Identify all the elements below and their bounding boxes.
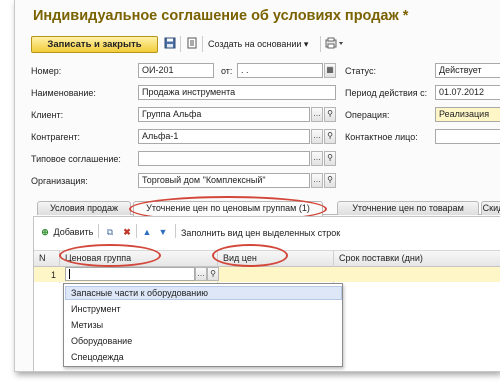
tab-sales-terms[interactable]: Условия продаж: [37, 201, 131, 215]
dropdown-item[interactable]: Инструмент: [71, 304, 121, 314]
client-field[interactable]: Группа Альфа: [138, 107, 310, 122]
tab-discounts[interactable]: Скид: [481, 201, 500, 215]
operation-field[interactable]: Реализация: [435, 107, 500, 122]
move-up-icon[interactable]: ▲: [141, 226, 153, 238]
column-header-n[interactable]: N: [39, 253, 46, 263]
delete-row-icon[interactable]: ✖: [121, 226, 133, 238]
add-row-button[interactable]: ⊕ Добавить: [39, 226, 93, 238]
search-icon[interactable]: ⚲: [207, 267, 219, 281]
print-menu-icon[interactable]: [324, 37, 346, 51]
search-icon[interactable]: ⚲: [324, 129, 336, 144]
toolbar-separator: [180, 36, 181, 52]
period-label: Период действия с:: [345, 88, 428, 98]
dropdown-item[interactable]: Спецодежда: [71, 352, 124, 362]
date-from-label: от:: [221, 66, 233, 76]
contact-field[interactable]: [435, 129, 500, 144]
toolbar-separator: [202, 36, 203, 52]
save-and-close-button[interactable]: Записать и закрыть: [31, 36, 158, 53]
highlight-ellipse: [59, 244, 161, 267]
period-field[interactable]: 01.07.2012: [435, 85, 500, 100]
select-ellipsis-button[interactable]: …: [311, 151, 323, 166]
select-ellipsis-button[interactable]: …: [311, 107, 323, 122]
client-label: Клиент:: [31, 110, 64, 120]
create-based-on-menu[interactable]: Создать на основании ▾: [208, 39, 308, 50]
select-ellipsis-button[interactable]: …: [311, 173, 323, 188]
template-agreement-label: Типовое соглашение:: [31, 154, 121, 164]
search-icon[interactable]: ⚲: [324, 151, 336, 166]
number-field[interactable]: ОИ-201: [138, 63, 214, 78]
add-icon: ⊕: [41, 227, 49, 237]
toolbar-separator: [136, 224, 137, 238]
highlight-ellipse: [212, 244, 288, 267]
select-ellipsis-button[interactable]: …: [195, 267, 207, 281]
move-down-icon[interactable]: ▼: [157, 226, 169, 238]
search-icon[interactable]: ⚲: [324, 173, 336, 188]
organization-field[interactable]: Торговый дом "Комплексный": [138, 173, 310, 188]
counterparty-label: Контрагент:: [31, 132, 81, 142]
contact-label: Контактное лицо:: [345, 132, 418, 142]
operation-label: Операция:: [345, 110, 390, 120]
dropdown-item[interactable]: Метизы: [71, 320, 103, 330]
dropdown-item[interactable]: Оборудование: [71, 336, 132, 346]
save-icon[interactable]: [163, 37, 177, 51]
text-caret: [69, 269, 70, 279]
document-list-icon[interactable]: [185, 37, 199, 51]
create-based-on-label: Создать на основании: [208, 39, 302, 49]
column-header-delivery[interactable]: Срок поставки (дни): [339, 253, 423, 263]
status-label: Статус:: [345, 66, 376, 76]
window-title: Индивидуальное соглашение об условиях пр…: [33, 8, 409, 24]
price-group-dropdown: Запасные части к оборудованию Инструмент…: [63, 283, 343, 367]
toolbar-separator: [175, 224, 176, 238]
name-field[interactable]: Продажа инструмента: [138, 85, 336, 100]
organization-label: Организация:: [31, 176, 88, 186]
search-icon[interactable]: ⚲: [324, 107, 336, 122]
toolbar-separator: [98, 224, 99, 238]
add-label: Добавить: [53, 227, 94, 237]
template-agreement-field[interactable]: [138, 151, 310, 166]
copy-row-icon[interactable]: ⧉: [104, 226, 116, 238]
counterparty-field[interactable]: Альфа-1: [138, 129, 310, 144]
select-ellipsis-button[interactable]: …: [311, 129, 323, 144]
price-group-input[interactable]: [65, 267, 195, 281]
chevron-down-icon: ▾: [303, 39, 309, 49]
row-number: 1: [51, 270, 57, 280]
toolbar-separator: [320, 36, 321, 52]
document-window: Индивидуальное соглашение об условиях пр…: [14, 0, 500, 372]
name-label: Наименование:: [31, 88, 96, 98]
number-label: Номер:: [31, 66, 62, 76]
status-field[interactable]: Действует: [435, 63, 500, 78]
tab-price-products[interactable]: Уточнение цен по товарам: [337, 201, 479, 215]
dropdown-item[interactable]: Запасные части к оборудованию: [71, 288, 208, 298]
fill-price-type-button[interactable]: Заполнить вид цен выделенных строк: [181, 228, 340, 238]
date-from-field[interactable]: . .: [237, 63, 323, 78]
calendar-icon[interactable]: ▦: [324, 63, 336, 78]
